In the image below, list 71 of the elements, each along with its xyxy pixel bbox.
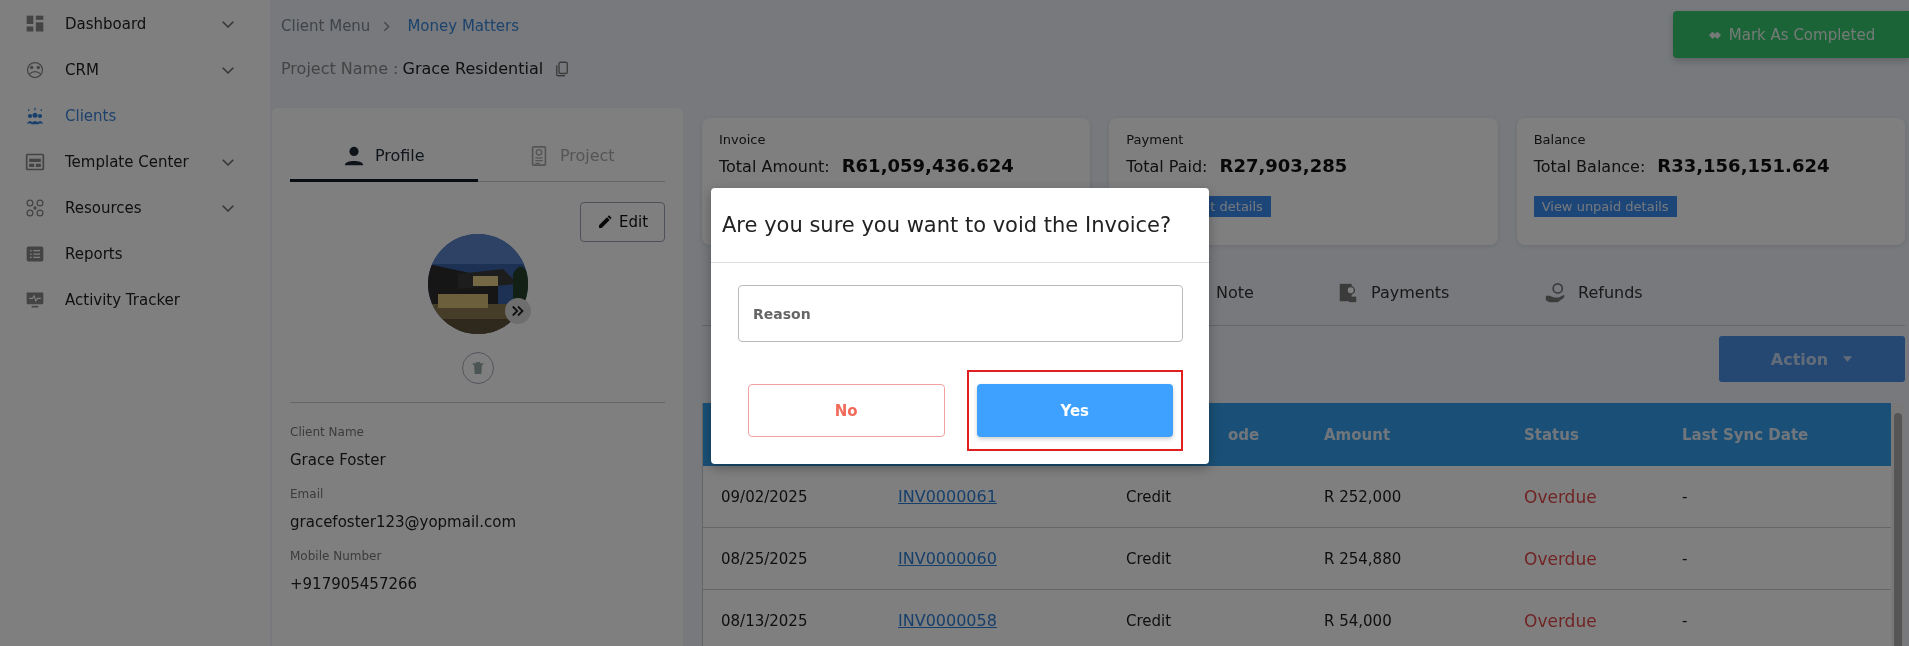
pencil-icon (596, 214, 613, 230)
sidebar-item[interactable]: CRM (0, 47, 270, 93)
field-value: Grace Foster (290, 451, 387, 469)
receipt-icon (1337, 281, 1359, 304)
no-button[interactable]: No (748, 384, 945, 437)
table-cell-text: - (1682, 549, 1689, 568)
table-cell-text: R 252,000 (1324, 487, 1403, 506)
scrollbar[interactable] (1891, 403, 1905, 646)
nodes-icon (25, 198, 45, 218)
field-label: Mobile Number (290, 549, 383, 563)
dialog-title: Are you sure you want to void the Invoice? (711, 188, 1209, 263)
field-value: +917905457266 (290, 575, 419, 593)
tab[interactable]: Profile (290, 132, 478, 182)
invoice-link[interactable]: INV0000061 (898, 487, 997, 506)
table-cell-text: Credit (1126, 611, 1173, 630)
caret-icon (1842, 355, 1854, 363)
table-cell-text: - (1682, 487, 1689, 506)
list-icon (25, 244, 45, 264)
invoice-link[interactable]: INV0000060 (898, 549, 997, 568)
sidebar-item[interactable]: Dashboard (0, 1, 270, 47)
group-icon (25, 106, 45, 126)
column-header: Last Sync Date (1682, 425, 1810, 444)
column-header: Status (1524, 425, 1580, 444)
table-cell-text: Credit (1126, 549, 1173, 568)
column-header: Amount (1324, 425, 1392, 444)
sidebar-item[interactable]: Resources (0, 185, 270, 231)
table-cell-text: 09/02/2025 (720, 487, 809, 506)
amount-value: R33,156,151.624 (1657, 155, 1830, 176)
field-value: gracefoster123@yopmail.com (290, 513, 518, 531)
monitor-icon (25, 290, 45, 310)
amount-label: Total Balance: (1533, 157, 1646, 176)
amount-value: R27,903,285 (1219, 155, 1348, 176)
table-cell-text: Credit (1126, 487, 1173, 506)
tab[interactable]: Note (1216, 283, 1337, 302)
table-cell-text: R 254,880 (1324, 549, 1403, 568)
tab[interactable]: Payments (1337, 281, 1544, 304)
yes-button[interactable]: Yes (976, 384, 1173, 437)
amount-label: Total Paid: (1126, 157, 1208, 176)
edit-button[interactable]: Edit (580, 202, 665, 242)
details-button[interactable]: View unpaid details (1533, 196, 1677, 217)
status-text: Overdue (1524, 548, 1598, 569)
sidebar-item[interactable]: Activity Tracker (0, 277, 270, 323)
reason-field[interactable]: Reason (738, 285, 1183, 342)
table-cell-text: 08/25/2025 (720, 549, 809, 568)
amount-value: R61,059,436.624 (841, 155, 1014, 176)
card-title: Payment (1126, 132, 1185, 147)
project-label: Project Name : (281, 59, 399, 78)
field-label: Email (290, 487, 325, 501)
column-header: ode (1227, 425, 1261, 444)
field-label: Client Name (290, 425, 365, 439)
sidebar-item[interactable]: Reports (0, 231, 270, 277)
amount-label: Total Amount: (719, 157, 830, 176)
breadcrumb-link[interactable]: Money Matters (407, 17, 519, 35)
person-icon (342, 144, 365, 167)
tab[interactable]: Refunds (1544, 281, 1751, 304)
mark-completed-button[interactable]: Mark As Completed (1673, 11, 1909, 58)
status-text: Overdue (1524, 610, 1598, 631)
table-cell-text: R 54,000 (1324, 611, 1393, 630)
table-cell-text: - (1682, 611, 1689, 630)
invoice-link[interactable]: INV0000058 (898, 611, 997, 630)
status-text: Overdue (1524, 486, 1598, 507)
sidebar-item[interactable]: Clients (0, 93, 270, 139)
hand-coin-icon (1544, 281, 1566, 304)
card-title: Invoice (719, 132, 767, 147)
sidebar-item[interactable]: Template Center (0, 139, 270, 185)
project-name: Grace Residential (402, 59, 544, 78)
grid-icon (25, 14, 45, 34)
card-title: Balance (1533, 132, 1587, 147)
action-dropdown[interactable]: Action (1719, 336, 1905, 382)
table-cell-text: 08/13/2025 (720, 611, 809, 630)
layout-icon (25, 152, 45, 172)
